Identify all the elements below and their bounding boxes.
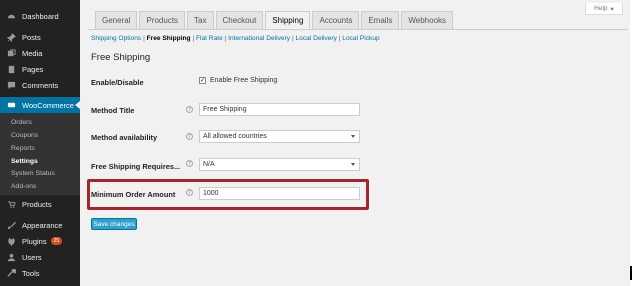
subsection-link-international-delivery[interactable]: International Delivery bbox=[228, 35, 290, 42]
subsection-link-local-delivery[interactable]: Local Delivery bbox=[295, 35, 336, 42]
free-shipping-requires-value: N/A bbox=[203, 161, 215, 168]
method-title-label: Method Title bbox=[91, 106, 135, 115]
subsection-link-free-shipping[interactable]: Free Shipping bbox=[147, 35, 191, 42]
comment-icon bbox=[0, 81, 22, 90]
menu-label: Pages bbox=[22, 64, 44, 74]
menu-item-users[interactable]: Users bbox=[0, 249, 80, 265]
submenu-item-reports[interactable]: Reports bbox=[11, 145, 35, 152]
menu-label: Plugins bbox=[22, 236, 47, 246]
enable-disable-label: Enable/Disable bbox=[91, 78, 144, 87]
menu-item-media[interactable]: Media bbox=[0, 45, 80, 61]
submenu-item-add-ons[interactable]: Add-ons bbox=[11, 183, 36, 190]
shipping-subsections: Shipping Options | Free Shipping | Flat … bbox=[91, 35, 380, 42]
main-content bbox=[80, 0, 630, 286]
method-availability-select[interactable]: All allowed countries bbox=[199, 130, 360, 143]
menu-item-appearance[interactable]: Appearance bbox=[0, 217, 80, 233]
menu-label: WooCommerce bbox=[22, 100, 74, 110]
woocommerce-icon bbox=[0, 101, 22, 110]
save-changes-button[interactable]: Save changes bbox=[91, 218, 137, 230]
submenu-item-settings[interactable]: Settings bbox=[11, 158, 38, 165]
menu-label: Posts bbox=[22, 32, 41, 42]
menu-label: Appearance bbox=[22, 220, 63, 230]
menu-item-posts[interactable]: Posts bbox=[0, 29, 80, 45]
tab-tax[interactable]: Tax bbox=[187, 11, 214, 29]
method-title-input[interactable]: Free Shipping bbox=[199, 103, 360, 116]
section-title: Free Shipping bbox=[91, 52, 151, 63]
submenu-item-orders[interactable]: Orders bbox=[11, 119, 32, 126]
subsection-link-flat-rate[interactable]: Flat Rate bbox=[196, 35, 223, 42]
menu-label: Users bbox=[22, 252, 42, 262]
help-tab-button[interactable]: Help ▾ bbox=[585, 3, 623, 15]
wrench-icon bbox=[0, 268, 22, 278]
method-title-value: Free Shipping bbox=[203, 106, 247, 113]
free-shipping-requires-select[interactable]: N/A bbox=[199, 158, 360, 171]
cart-icon bbox=[0, 200, 22, 209]
caret-down-icon: ▾ bbox=[610, 5, 614, 13]
tab-products[interactable]: Products bbox=[139, 11, 186, 29]
free-shipping-requires-label: Free Shipping Requires... bbox=[91, 162, 181, 171]
menu-label: Comments bbox=[22, 80, 59, 90]
settings-tabs: General Products Tax Checkout Shipping A… bbox=[95, 11, 455, 29]
subsection-link-local-pickup[interactable]: Local Pickup bbox=[342, 35, 379, 42]
enable-free-shipping-label[interactable]: Enable Free Shipping bbox=[210, 77, 277, 84]
admin-sidebar: Dashboard Posts Media Pages Comments Woo… bbox=[0, 0, 80, 286]
menu-item-woocommerce[interactable]: WooCommerce bbox=[0, 97, 80, 113]
chevron-down-icon bbox=[351, 135, 355, 138]
submenu-item-coupons[interactable]: Coupons bbox=[11, 132, 38, 139]
menu-label: Media bbox=[22, 48, 43, 58]
menu-label: Dashboard bbox=[22, 11, 59, 21]
tab-shipping[interactable]: Shipping bbox=[265, 11, 311, 29]
text-cursor bbox=[630, 266, 632, 280]
highlight-box bbox=[87, 179, 369, 210]
menu-item-dashboard[interactable]: Dashboard bbox=[0, 8, 80, 24]
menu-item-pages[interactable]: Pages bbox=[0, 61, 80, 77]
menu-item-products[interactable]: Products bbox=[0, 196, 80, 212]
menu-label: Tools bbox=[22, 268, 40, 278]
enable-free-shipping-checkbox[interactable]: ✓ bbox=[199, 77, 206, 84]
tab-webhooks[interactable]: Webhooks bbox=[401, 11, 454, 29]
help-tip-icon[interactable]: ? bbox=[186, 160, 193, 167]
help-label: Help bbox=[594, 5, 608, 12]
tabs-divider bbox=[88, 29, 628, 30]
menu-item-comments[interactable]: Comments bbox=[0, 77, 80, 93]
menu-label: Products bbox=[22, 199, 52, 209]
chevron-down-icon bbox=[351, 163, 355, 166]
help-tip-icon[interactable]: ? bbox=[186, 133, 193, 140]
media-icon bbox=[0, 48, 22, 58]
method-availability-value: All allowed countries bbox=[203, 133, 267, 140]
plugins-update-badge: 25 bbox=[50, 237, 63, 245]
tab-accounts[interactable]: Accounts bbox=[312, 11, 360, 29]
method-availability-label: Method availability bbox=[91, 133, 158, 142]
pages-icon bbox=[0, 65, 22, 74]
brush-icon bbox=[0, 221, 22, 230]
users-icon bbox=[0, 253, 22, 262]
tab-emails[interactable]: Emails bbox=[361, 11, 400, 29]
menu-item-plugins[interactable]: Plugins 25 bbox=[0, 233, 80, 249]
window-edge bbox=[630, 0, 643, 286]
menu-item-tools[interactable]: Tools bbox=[0, 265, 80, 281]
tab-general[interactable]: General bbox=[95, 11, 138, 29]
plugin-icon bbox=[0, 237, 22, 246]
dashboard-icon bbox=[0, 12, 22, 21]
tab-checkout[interactable]: Checkout bbox=[215, 11, 264, 29]
pin-icon bbox=[0, 32, 22, 42]
help-tip-icon[interactable]: ? bbox=[186, 106, 193, 113]
submenu-item-system-status[interactable]: System Status bbox=[11, 170, 55, 177]
subsection-link-shipping-options[interactable]: Shipping Options bbox=[91, 35, 141, 42]
